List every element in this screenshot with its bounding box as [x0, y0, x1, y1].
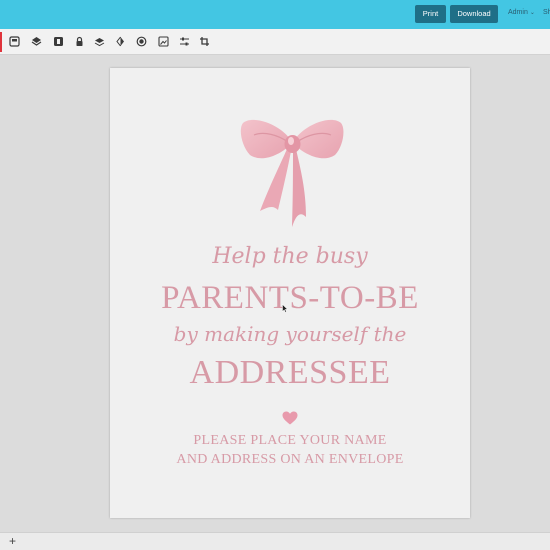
layers-icon[interactable] — [31, 36, 42, 47]
stack-icon[interactable] — [94, 36, 105, 47]
add-page-button[interactable]: + — [9, 534, 16, 548]
download-button[interactable]: Download — [450, 5, 498, 23]
sliders-icon[interactable] — [179, 36, 190, 47]
admin-menu[interactable]: Admin ⌄ — [508, 9, 535, 16]
bottom-bar: + — [0, 532, 550, 550]
admin-label: Admin — [508, 9, 528, 16]
instruction-line-1: PLEASE PLACE YOUR NAME — [193, 433, 387, 448]
chevron-down-icon: ⌄ — [529, 10, 535, 16]
heart-icon — [282, 411, 298, 425]
contrast-icon[interactable] — [115, 36, 126, 47]
crop-icon[interactable] — [199, 36, 210, 47]
headline-script-1: Help the busy — [212, 244, 368, 269]
active-indicator — [0, 32, 2, 52]
template-icon[interactable] — [9, 36, 20, 47]
headline-script-2: by making yourself the — [173, 322, 407, 346]
mouse-cursor-icon — [282, 304, 288, 313]
image-edit-icon[interactable] — [158, 36, 169, 47]
share-menu[interactable]: Sh — [543, 9, 550, 16]
editor-toolbar — [0, 29, 550, 55]
lock-badge-icon[interactable] — [53, 36, 64, 47]
filter-icon[interactable] — [136, 36, 147, 47]
headline-caps-1: PARENTS-TO-BE — [161, 280, 419, 316]
headline-caps-2: ADDRESSEE — [189, 354, 391, 391]
pink-bow-image — [240, 119, 344, 227]
lock-icon[interactable] — [74, 36, 85, 47]
instruction-line-2: AND ADDRESS ON AN ENVELOPE — [176, 452, 404, 467]
document-page[interactable]: Help the busy PARENTS-TO-BE by making yo… — [110, 68, 470, 518]
print-button[interactable]: Print — [415, 5, 446, 23]
top-bar: Print Download Admin ⌄ Sh — [0, 0, 550, 29]
